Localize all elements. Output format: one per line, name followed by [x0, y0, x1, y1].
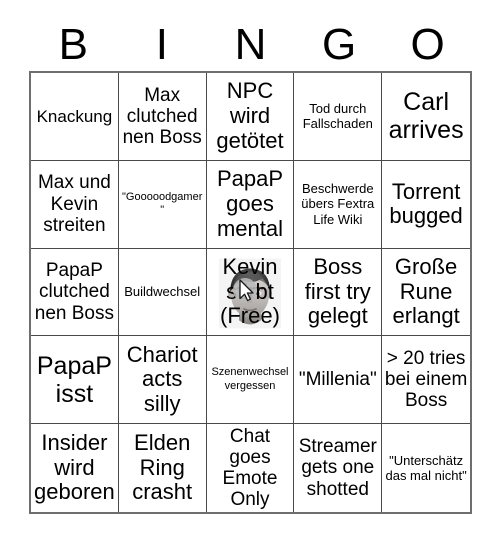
header-letter-b: B: [58, 19, 88, 69]
bingo-cell-label: Insider wird geboren: [34, 430, 115, 505]
bingo-cell-label: Torrent bugged: [389, 178, 463, 229]
bingo-cell-n4[interactable]: Szenenwechsel vergessen: [206, 336, 295, 425]
bingo-cell-label: Beschwerde übers Fextra Life Wiki: [301, 180, 375, 227]
header-letter-o: O: [410, 19, 445, 69]
header-letter-g: G: [321, 19, 357, 69]
bingo-cell-b2[interactable]: Max und Kevin streiten: [31, 160, 119, 249]
bingo-cell-g5[interactable]: Streamer gets one shotted: [294, 424, 383, 512]
bingo-cell-b1[interactable]: Knackung: [31, 73, 119, 161]
bingo-cell-label: Boss first try gelegt: [304, 254, 371, 329]
header-letter-i: I: [155, 19, 168, 69]
bingo-cell-n3-free-space[interactable]: Kevin stirbt (Free): [206, 248, 295, 337]
bingo-cell-label: PapaP isst: [36, 351, 112, 408]
bingo-cell-label: Elden Ring crasht: [132, 430, 193, 505]
bingo-cell-label: Max clutched nen Boss: [122, 84, 202, 149]
bingo-cell-g3[interactable]: Boss first try gelegt: [294, 248, 383, 337]
bingo-cell-label: Carl arrives: [388, 88, 464, 145]
bingo-cell-label: Kevin stirbt (Free): [220, 254, 280, 329]
bingo-cell-b5[interactable]: Insider wird geboren: [31, 424, 119, 512]
bingo-cell-o3[interactable]: Große Rune erlangt: [382, 248, 470, 337]
bingo-cell-b4[interactable]: PapaP isst: [31, 336, 119, 425]
bingo-cell-label: NPC wird getötet: [216, 78, 284, 153]
bingo-cell-o1[interactable]: Carl arrives: [382, 73, 470, 161]
header-letter-n: N: [234, 19, 267, 69]
bingo-cell-label: "Unterschätz das mal nicht": [385, 452, 467, 484]
bingo-cell-label: Chariot acts silly: [126, 341, 198, 417]
bingo-cell-label: Szenenwechsel vergessen: [211, 366, 289, 392]
bingo-cell-o5[interactable]: "Unterschätz das mal nicht": [382, 424, 470, 512]
bingo-cell-o2[interactable]: Torrent bugged: [382, 160, 470, 249]
bingo-cell-o4[interactable]: > 20 tries bei einem Boss: [382, 336, 470, 425]
bingo-cell-i2[interactable]: "Gooooodgamer": [118, 160, 207, 249]
bingo-cell-label: "Millenia": [298, 369, 377, 391]
bingo-grid: Knackung Max clutched nen Boss NPC wird …: [29, 71, 472, 514]
bingo-cell-label: Streamer gets one shotted: [298, 436, 377, 500]
bingo-cell-label: "Gooooodgamer": [122, 190, 203, 217]
bingo-cell-b3[interactable]: PapaP clutched nen Boss: [31, 248, 119, 337]
bingo-card: B I N G O Knackung Max clutched nen Boss…: [0, 0, 500, 544]
bingo-cell-label: Chat goes Emote Only: [222, 425, 278, 511]
bingo-cell-g4[interactable]: "Millenia": [294, 336, 383, 425]
bingo-cell-n1[interactable]: NPC wird getötet: [206, 73, 295, 161]
bingo-cell-label: PapaP goes mental: [216, 166, 284, 241]
bingo-cell-label: > 20 tries bei einem Boss: [384, 347, 468, 412]
bingo-cell-label: Große Rune erlangt: [392, 254, 460, 329]
bingo-header: B I N G O: [29, 20, 472, 69]
bingo-cell-i1[interactable]: Max clutched nen Boss: [118, 73, 207, 161]
bingo-cell-n2[interactable]: PapaP goes mental: [206, 160, 295, 249]
bingo-cell-label: Max und Kevin streiten: [37, 172, 111, 236]
bingo-cell-n5[interactable]: Chat goes Emote Only: [206, 424, 295, 512]
bingo-cell-label: PapaP clutched nen Boss: [34, 260, 115, 324]
bingo-cell-g2[interactable]: Beschwerde übers Fextra Life Wiki: [294, 160, 383, 249]
bingo-cell-label: Buildwechsel: [124, 284, 201, 300]
bingo-cell-label: Tod durch Fallschaden: [302, 100, 373, 132]
bingo-cell-i3[interactable]: Buildwechsel: [118, 248, 207, 337]
bingo-cell-i5[interactable]: Elden Ring crasht: [118, 424, 207, 512]
bingo-cell-g1[interactable]: Tod durch Fallschaden: [294, 73, 383, 161]
bingo-cell-label: Knackung: [36, 106, 113, 126]
bingo-cell-i4[interactable]: Chariot acts silly: [118, 336, 207, 425]
